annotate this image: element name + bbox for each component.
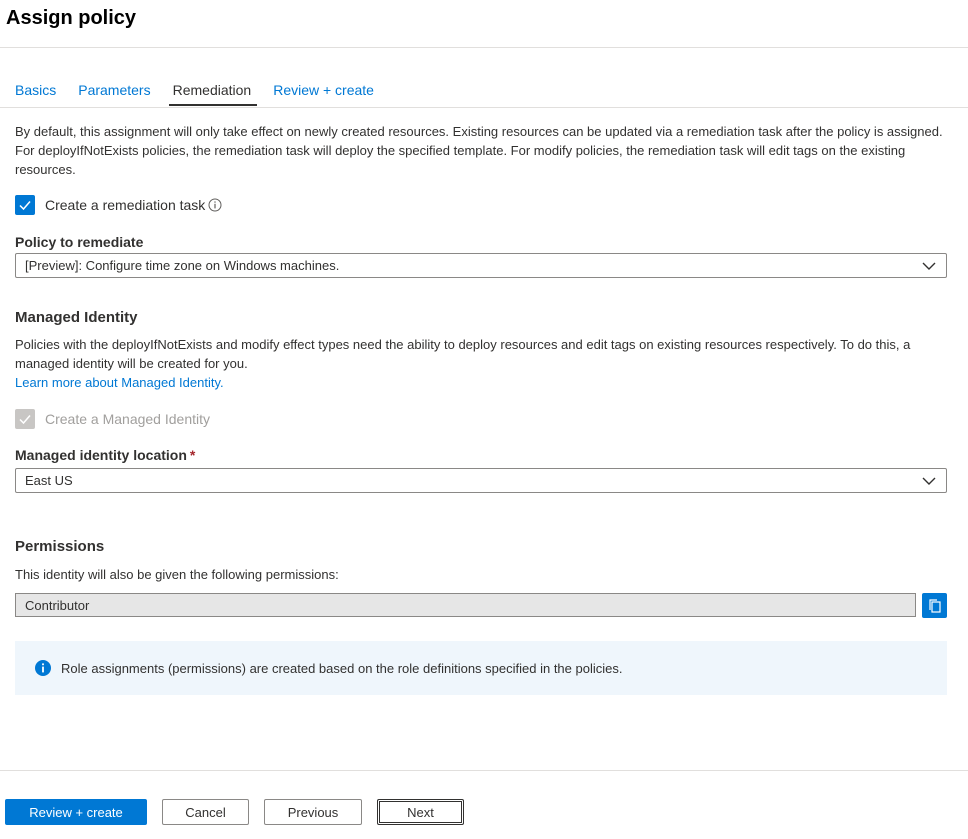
location-label-text: Managed identity location: [15, 447, 187, 463]
tab-basics[interactable]: Basics: [15, 80, 56, 105]
create-remediation-task-row: Create a remediation task: [15, 195, 222, 215]
learn-more-managed-identity-link[interactable]: Learn more about Managed Identity.: [15, 375, 224, 390]
managed-identity-location-label: Managed identity location *: [15, 447, 195, 463]
info-circle-icon: [35, 660, 51, 676]
tab-parameters[interactable]: Parameters: [78, 80, 150, 105]
cancel-button[interactable]: Cancel: [162, 799, 249, 825]
create-managed-identity-row: Create a Managed Identity: [15, 409, 210, 429]
managed-identity-location-value: East US: [25, 473, 73, 488]
review-create-button[interactable]: Review + create: [5, 799, 147, 825]
next-button[interactable]: Next: [377, 799, 464, 825]
permissions-field: Contributor: [15, 593, 916, 617]
tab-remediation[interactable]: Remediation: [168, 80, 257, 106]
permissions-info-text: Role assignments (permissions) are creat…: [61, 660, 623, 676]
managed-identity-description: Policies with the deployIfNotExists and …: [15, 335, 955, 392]
permissions-description: This identity will also be given the fol…: [15, 567, 339, 582]
required-marker: *: [189, 447, 196, 463]
managed-identity-location-dropdown[interactable]: East US: [15, 468, 947, 493]
tabs-divider: [0, 107, 968, 108]
info-circle-icon[interactable]: [208, 198, 222, 212]
title-divider: [0, 47, 968, 48]
copy-icon: [928, 598, 941, 613]
chevron-down-icon: [922, 262, 936, 270]
chevron-down-icon: [922, 477, 936, 485]
permissions-value: Contributor: [25, 597, 90, 613]
remediation-description: By default, this assignment will only ta…: [15, 124, 943, 177]
checkmark-icon: [19, 415, 31, 425]
policy-to-remediate-label: Policy to remediate: [15, 234, 144, 250]
create-remediation-task-checkbox[interactable]: [15, 195, 35, 215]
checkmark-icon: [19, 201, 31, 211]
permissions-info-banner: Role assignments (permissions) are creat…: [15, 641, 947, 695]
create-remediation-task-label: Create a remediation task: [45, 197, 206, 213]
policy-to-remediate-dropdown[interactable]: [Preview]: Configure time zone on Window…: [15, 253, 947, 278]
managed-identity-text: Policies with the deployIfNotExists and …: [15, 337, 911, 371]
page-title: Assign policy: [6, 7, 137, 29]
tab-bar: Basics Parameters Remediation Review + c…: [15, 80, 396, 106]
policy-to-remediate-value: [Preview]: Configure time zone on Window…: [25, 258, 340, 273]
footer-divider: [0, 770, 968, 771]
permissions-heading: Permissions: [15, 538, 105, 555]
previous-button[interactable]: Previous: [264, 799, 362, 825]
create-managed-identity-label: Create a Managed Identity: [45, 411, 210, 427]
copy-button[interactable]: [922, 593, 947, 618]
tab-review-create[interactable]: Review + create: [273, 80, 374, 105]
managed-identity-heading: Managed Identity: [15, 309, 138, 326]
create-managed-identity-checkbox: [15, 409, 35, 429]
